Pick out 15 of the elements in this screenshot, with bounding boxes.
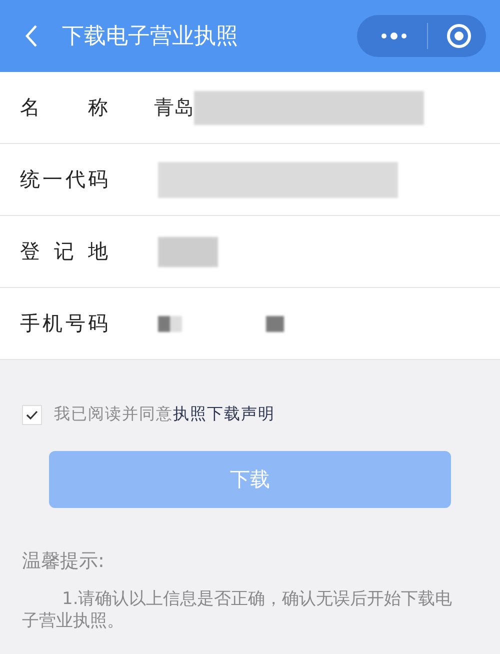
checkbox[interactable] xyxy=(22,404,42,424)
field-label: 登记地 xyxy=(20,238,108,265)
agreement-text: 我已阅读并同意执照下载声明 xyxy=(54,404,275,425)
field-value: 青岛 xyxy=(154,94,194,121)
more-icon[interactable] xyxy=(379,31,409,41)
check-icon xyxy=(26,410,38,420)
page-title: 下载电子营业执照 xyxy=(62,23,239,51)
target-icon[interactable] xyxy=(446,23,472,49)
back-icon[interactable] xyxy=(24,24,38,48)
tips-title: 温馨提示: xyxy=(22,549,106,574)
statement-link[interactable]: 执照下载声明 xyxy=(173,404,275,423)
field-label: 名称 xyxy=(20,94,108,121)
field-label: 手机号码 xyxy=(20,310,108,337)
field-label: 统一代码 xyxy=(20,166,108,193)
tip-text: 1.请确认以上信息是否正确，确认无误后开始下载电子营业执照。 xyxy=(22,588,454,632)
